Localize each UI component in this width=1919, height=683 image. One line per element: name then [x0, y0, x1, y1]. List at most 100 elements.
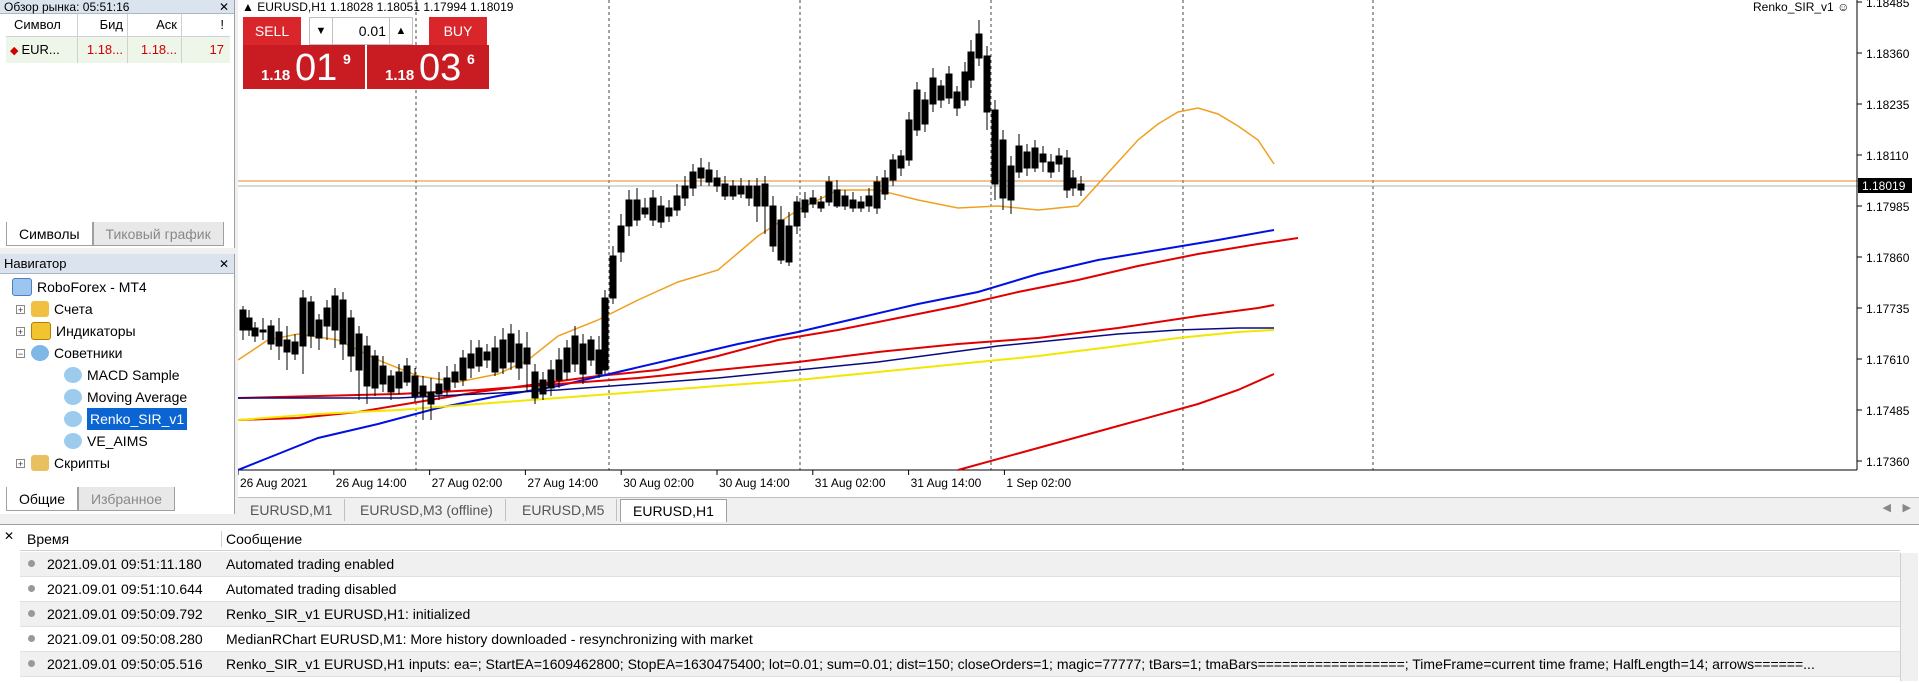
nav-ea-ve-aims[interactable]: VE_AIMS — [64, 430, 148, 452]
buy-price-box[interactable]: 1.18 03 6 — [367, 45, 489, 89]
expand-icon[interactable]: + — [16, 458, 25, 468]
smiley-icon: ☺ — [1837, 0, 1850, 14]
candle — [299, 290, 307, 374]
candle — [323, 300, 331, 340]
candle — [491, 336, 499, 376]
tab-eurusd-h1[interactable]: EURUSD,H1 — [620, 499, 727, 522]
candle — [283, 326, 291, 370]
accounts-icon — [31, 301, 49, 317]
nav-scripts[interactable]: + Скрипты — [16, 452, 110, 474]
col-ask[interactable]: Аск — [128, 14, 182, 36]
close-icon[interactable]: ✕ — [4, 529, 14, 543]
candle — [563, 340, 571, 380]
status-dot-icon — [28, 660, 35, 667]
journal-row[interactable]: 2021.09.01 09:50:09.792 Renko_SIR_v1 EUR… — [20, 602, 1900, 627]
nav-root[interactable]: RoboForex - MT4 — [12, 276, 147, 298]
tab-favorites[interactable]: Избранное — [78, 487, 175, 511]
expand-icon[interactable]: + — [16, 326, 25, 336]
nav-ea-renko[interactable]: Renko_SIR_v1 — [64, 408, 188, 430]
market-watch-title: Обзор рынка: 05:51:16 — [0, 0, 234, 14]
nav-ea-macd[interactable]: MACD Sample — [64, 364, 180, 386]
candle — [245, 310, 253, 336]
candle — [601, 290, 609, 374]
candle — [267, 320, 275, 350]
candle — [657, 196, 665, 228]
candle — [539, 372, 547, 400]
candle — [515, 330, 523, 380]
increase-lot-icon[interactable]: ▲ — [389, 18, 412, 44]
close-icon[interactable]: ✕ — [219, 257, 229, 271]
price-tick-label: 1.18235 — [1866, 98, 1910, 112]
chart-header: EURUSD,H1 1.18028 1.18051 1.17994 1.1801… — [257, 0, 514, 14]
candle — [777, 206, 785, 264]
price-chart[interactable]: 1.18019 1.18485 1.18360 1.18235 1.18110 1.17… — [238, 0, 1919, 497]
ea-label: Renko_SIR_v1 — [1753, 0, 1834, 14]
market-watch-panel: Обзор рынка: 05:51:16 ✕ Символ Бид Аск !… — [0, 0, 235, 248]
buy-button[interactable]: BUY — [429, 17, 487, 45]
candle — [945, 66, 953, 104]
ma-red-bottom — [957, 373, 1275, 471]
expand-icon[interactable]: + — [16, 304, 25, 314]
tab-eurusd-m3-offline[interactable]: EURUSD,M3 (offline) — [348, 499, 506, 521]
journal-header: Время Сообщение — [20, 528, 1900, 551]
status-dot-icon — [28, 585, 35, 592]
journal-scrollbar[interactable] — [1900, 553, 1918, 681]
sell-price-box[interactable]: 1.18 01 9 — [243, 45, 365, 89]
spread-value: 17 — [209, 42, 224, 57]
candle — [1069, 170, 1077, 196]
decrease-lot-icon[interactable]: ▼ — [310, 18, 333, 44]
close-icon[interactable]: ✕ — [219, 0, 229, 14]
candle — [427, 378, 435, 420]
candle — [467, 340, 475, 378]
journal-row[interactable]: 2021.09.01 09:50:05.516 Renko_SIR_v1 EUR… — [20, 652, 1900, 677]
journal-row[interactable]: 2021.09.01 09:50:08.280 MedianRChart EUR… — [20, 627, 1900, 652]
journal-row[interactable]: 2021.09.01 09:51:10.644 Automated tradin… — [20, 577, 1900, 602]
candle — [1007, 156, 1015, 214]
lot-input[interactable]: 0.01 — [334, 18, 386, 44]
col-time[interactable]: Время — [27, 531, 69, 547]
candle — [251, 322, 259, 342]
scroll-left-icon[interactable]: ◀ — [1883, 501, 1891, 514]
col-spread[interactable]: ! — [182, 14, 230, 36]
scripts-icon — [31, 455, 49, 471]
time-tick-label: 27 Aug 14:00 — [527, 476, 598, 490]
col-symbol[interactable]: Символ — [6, 14, 78, 36]
scroll-right-icon[interactable]: ▶ — [1903, 501, 1911, 514]
navigator-title: Навигатор — [0, 254, 234, 274]
nav-accounts[interactable]: + Счета — [16, 298, 93, 320]
journal-row[interactable]: 2021.09.01 09:51:11.180 Automated tradin… — [20, 552, 1900, 577]
tab-eurusd-m5[interactable]: EURUSD,M5 — [510, 499, 618, 521]
tab-general[interactable]: Общие — [6, 487, 79, 511]
sell-button[interactable]: SELL — [243, 17, 301, 45]
candle — [1077, 176, 1085, 196]
candle — [833, 180, 841, 208]
symbol-row[interactable]: ◆ EUR... 1.18... 1.18... 17 — [6, 37, 230, 63]
col-message[interactable]: Сообщение — [221, 531, 302, 547]
time-tick-label: 30 Aug 14:00 — [719, 476, 790, 490]
candle — [1039, 146, 1047, 172]
collapse-icon[interactable]: − — [16, 348, 25, 358]
candle — [713, 170, 721, 192]
tab-tick-chart[interactable]: Тиковый график — [92, 222, 224, 246]
nav-experts[interactable]: − Советники — [16, 342, 122, 364]
chart-tabs-bar: EURUSD,M1 EURUSD,M3 (offline) EURUSD,M5 … — [238, 497, 1919, 522]
nav-indicators[interactable]: + Индикаторы — [16, 320, 136, 342]
time-tick-label: 30 Aug 02:00 — [623, 476, 694, 490]
expert-icon — [64, 411, 82, 427]
candle — [617, 214, 625, 262]
candle — [983, 46, 991, 130]
candle — [625, 190, 633, 236]
candle — [721, 176, 729, 200]
nav-ea-moving-average[interactable]: Moving Average — [64, 386, 187, 408]
candle — [673, 184, 681, 216]
tab-eurusd-m1[interactable]: EURUSD,M1 — [238, 499, 346, 521]
candle — [475, 340, 483, 372]
price-tick-label: 1.17485 — [1866, 404, 1910, 418]
candle — [387, 370, 395, 400]
candle — [355, 326, 363, 400]
tab-symbols[interactable]: Символы — [6, 222, 93, 246]
candle — [1055, 148, 1063, 172]
col-bid[interactable]: Бид — [78, 14, 128, 36]
candle — [793, 196, 801, 234]
candle — [865, 188, 873, 212]
